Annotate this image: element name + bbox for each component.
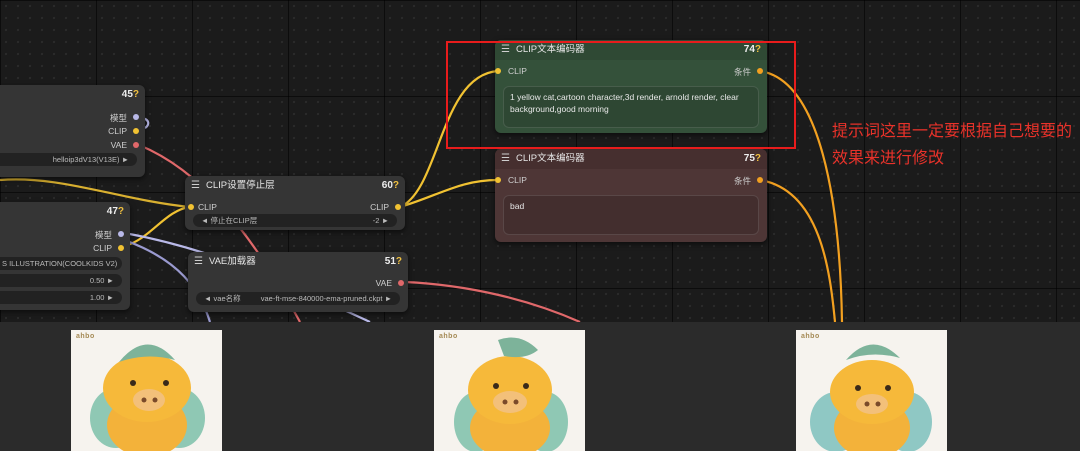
help-icon[interactable]: ? (133, 89, 139, 100)
cartoon-pig-image (454, 337, 568, 451)
ckpt-name-widget[interactable]: helloip3dV13(V13E) ► (0, 153, 137, 166)
checkpoint-loader-node[interactable]: 45? 模型 CLIP VAE helloip3dV13(V13E) ► (0, 85, 145, 177)
lora-loader-node[interactable]: 47? 模型 CLIP S ILLUSTRATION(COOLKIDS V2)►… (0, 202, 130, 310)
menu-icon[interactable]: ☰ (191, 180, 200, 191)
output-clip-label: CLIP (108, 126, 127, 136)
strength-model-widget[interactable]: 0.50 ► (0, 274, 122, 287)
menu-icon[interactable]: ☰ (194, 256, 203, 267)
input-clip-label: CLIP (198, 202, 217, 212)
output-conditioning-label: 条件 (733, 176, 751, 186)
clip-set-last-layer-node[interactable]: ☰ CLIP设置停止层 60? CLIP CLIP ◄ 停止在CLIP层 -2 ► (185, 176, 405, 230)
image-logo: ahbo (801, 333, 820, 340)
output-vae-label: VAE (375, 278, 392, 288)
node-id: 47 (106, 206, 118, 217)
help-icon[interactable]: ? (118, 206, 124, 217)
stop-at-layer-value: -2 (372, 216, 380, 225)
strength-clip-widget[interactable]: 1.00 ► (0, 291, 122, 304)
image-logo: ahbo (439, 333, 458, 340)
node-id: 75 (743, 153, 755, 164)
output-clip-dot[interactable] (395, 204, 401, 210)
output-model-dot[interactable] (133, 114, 139, 120)
negative-prompt-text-input[interactable]: bad (503, 195, 759, 235)
node-header[interactable]: 47? (0, 202, 130, 222)
node-title: CLIP文本编码器 (515, 153, 585, 164)
output-clip-dot[interactable] (133, 128, 139, 134)
cartoon-pig-image (90, 344, 205, 451)
node-id: 51 (384, 256, 396, 267)
help-icon[interactable]: ? (393, 180, 399, 191)
output-vae-dot[interactable] (133, 142, 139, 148)
vae-wire-51 (404, 280, 581, 324)
output-clip-label: CLIP (370, 202, 389, 212)
arrow-left-icon[interactable]: ◄ (201, 216, 208, 225)
strength-clip-value: 1.00 (89, 293, 105, 302)
vae-name-value: vae-ft-mse-840000-ema-pruned.ckpt (260, 294, 383, 303)
highlight-box (446, 41, 796, 149)
gallery-image[interactable]: ahbo (796, 330, 947, 451)
node-id: 60 (381, 180, 393, 191)
node-header[interactable]: ☰ CLIP设置停止层 60? (185, 176, 405, 196)
node-header[interactable]: ☰ CLIP文本编码器 75? (495, 149, 767, 169)
arrow-right-icon[interactable]: ► (107, 293, 114, 302)
widget-label: vae名称 (213, 294, 241, 303)
ckpt-name-value: helloip3dV13(V13E) (52, 155, 120, 164)
node-header[interactable]: ☰ VAE加载器 51? (188, 252, 408, 272)
output-clip-label: CLIP (93, 243, 112, 253)
stop-at-layer-widget[interactable]: ◄ 停止在CLIP层 -2 ► (193, 214, 397, 227)
output-model-label: 模型 (94, 230, 112, 240)
gallery-image[interactable]: ahbo (434, 330, 585, 451)
arrow-right-icon[interactable]: ► (382, 216, 389, 225)
node-id: 45 (121, 89, 133, 100)
vae-loader-node[interactable]: ☰ VAE加载器 51? VAE ◄ vae名称 vae-ft-mse-84000… (188, 252, 408, 312)
vae-name-widget[interactable]: ◄ vae名称 vae-ft-mse-840000-ema-pruned.ckp… (196, 292, 400, 305)
output-vae-dot[interactable] (398, 280, 404, 286)
node-title: VAE加载器 (208, 256, 256, 267)
input-clip-label: CLIP (508, 175, 527, 185)
clip-text-encode-negative-node[interactable]: ☰ CLIP文本编码器 75? CLIP 条件 bad (495, 149, 767, 242)
output-vae-label: VAE (110, 140, 127, 150)
node-title: CLIP设置停止层 (205, 180, 275, 191)
input-clip-dot[interactable] (495, 177, 501, 183)
arrow-right-icon[interactable]: ► (122, 155, 129, 164)
help-icon[interactable]: ? (396, 256, 402, 267)
arrow-left-icon[interactable]: ◄ (204, 294, 211, 303)
widget-label: 停止在CLIP层 (210, 216, 258, 225)
annotation-text: 提示词这里一定要根据自己想要的效果来进行修改 (832, 123, 1073, 167)
image-gallery: ahbo ahbo ahbo (0, 322, 1080, 451)
cond-wire-negative (759, 178, 837, 323)
lora-name-value: S ILLUSTRATION(COOLKIDS V2) (2, 259, 118, 268)
lora-name-widget[interactable]: S ILLUSTRATION(COOLKIDS V2)► (0, 257, 122, 270)
gallery-image[interactable]: ahbo (71, 330, 222, 451)
node-header[interactable]: 45? (0, 85, 145, 105)
menu-icon[interactable]: ☰ (501, 153, 510, 164)
output-conditioning-dot[interactable] (757, 177, 763, 183)
output-model-dot[interactable] (118, 231, 124, 237)
cartoon-pig-image (810, 344, 932, 451)
arrow-right-icon[interactable]: ► (385, 294, 392, 303)
help-icon[interactable]: ? (755, 153, 761, 164)
arrow-right-icon[interactable]: ► (107, 276, 114, 285)
output-model-label: 模型 (109, 113, 127, 123)
input-clip-dot[interactable] (188, 204, 194, 210)
image-logo: ahbo (76, 333, 95, 340)
strength-model-value: 0.50 (89, 276, 105, 285)
output-clip-dot[interactable] (118, 245, 124, 251)
